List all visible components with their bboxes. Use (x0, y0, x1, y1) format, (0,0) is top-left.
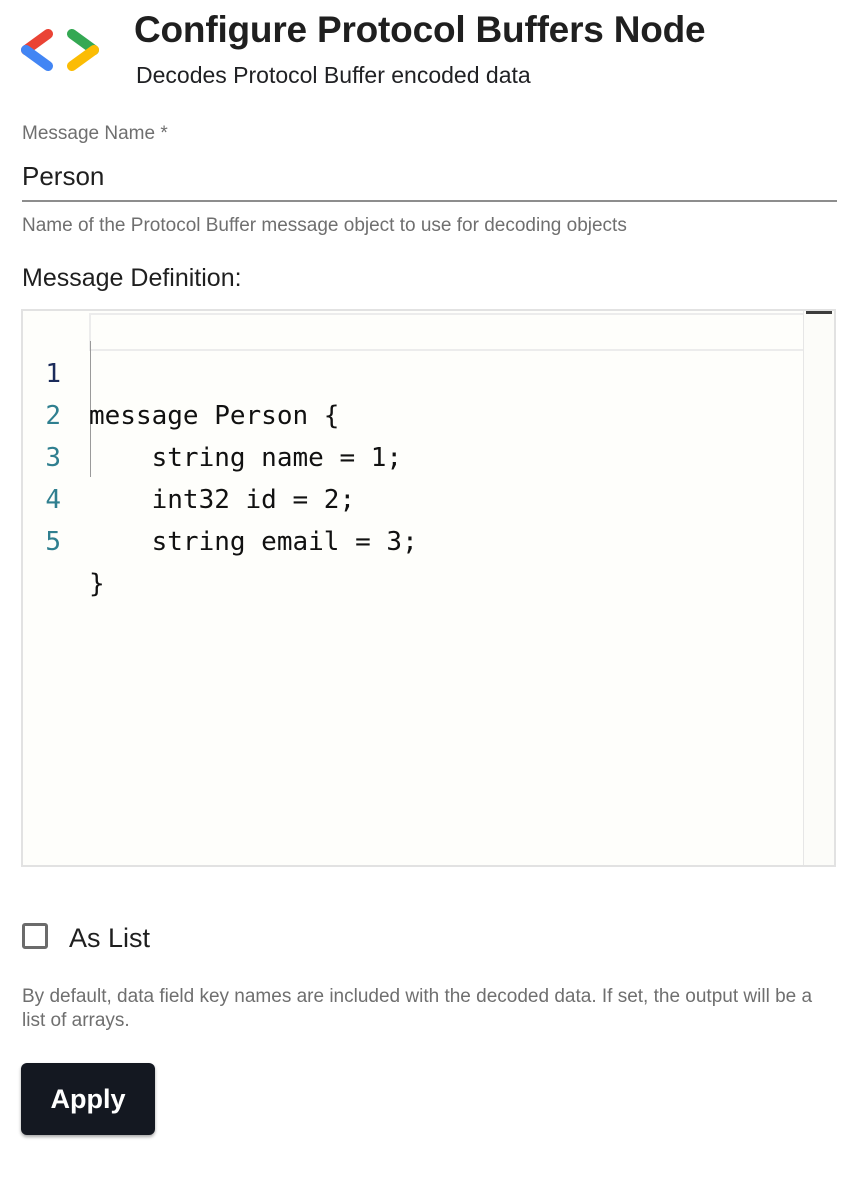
as-list-label[interactable]: As List (69, 918, 150, 958)
code-line[interactable]: 5 } (23, 479, 803, 599)
editor-scroll-thumb[interactable] (806, 311, 832, 314)
line-number: 5 (45, 527, 61, 557)
google-developer-brackets-logo-icon (21, 29, 99, 71)
as-list-helper-text: By default, data field key names are inc… (22, 986, 813, 1031)
code-line[interactable]: 1 message Person { (23, 311, 803, 431)
message-name-input[interactable] (22, 152, 837, 202)
code-line[interactable]: 3 int32 id = 2; (23, 395, 803, 515)
message-definition-label: Message Definition: (22, 264, 242, 292)
code-line[interactable]: 2 string name = 1; (23, 353, 803, 473)
page-subtitle: Decodes Protocol Buffer encoded data (136, 62, 531, 88)
message-definition-code-editor[interactable]: 1 message Person { 2 string name = 1; 3 … (21, 309, 836, 867)
editor-scrollbar[interactable] (803, 311, 834, 865)
as-list-checkbox-row[interactable]: As List (22, 918, 322, 960)
page-title: Configure Protocol Buffers Node (134, 9, 706, 50)
code-text[interactable]: } (89, 563, 105, 605)
message-name-label: Message Name * (22, 123, 168, 144)
code-text[interactable]: string email = 3; (89, 521, 418, 563)
as-list-checkbox[interactable] (22, 923, 48, 949)
message-name-helper-text: Name of the Protocol Buffer message obje… (22, 215, 627, 236)
apply-button[interactable]: Apply (21, 1063, 155, 1135)
page-header: Configure Protocol Buffers Node Decodes … (0, 0, 858, 110)
code-line[interactable]: 4 string email = 3; (23, 437, 803, 557)
